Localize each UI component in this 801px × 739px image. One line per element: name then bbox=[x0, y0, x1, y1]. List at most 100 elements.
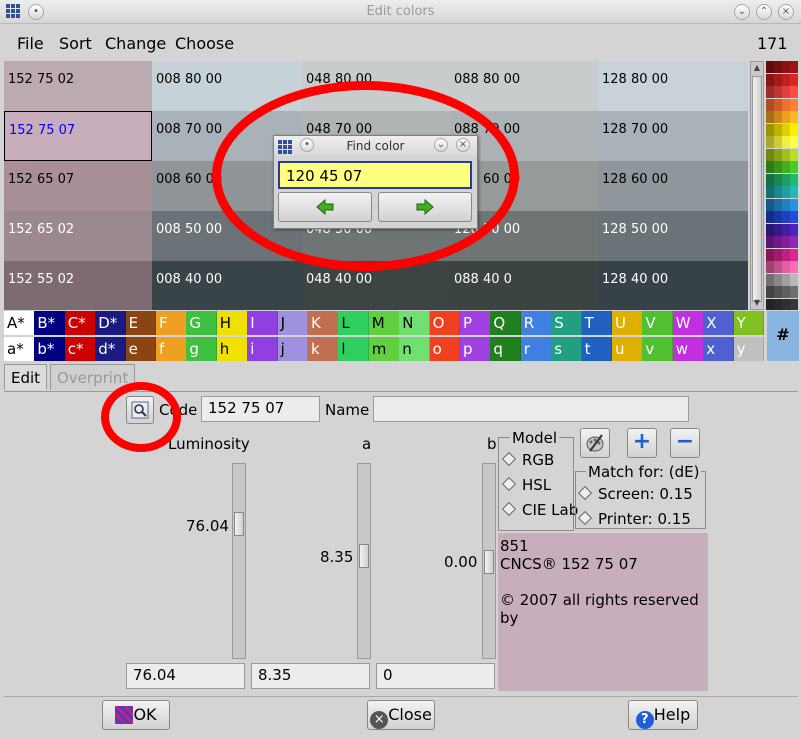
color-palette-strip[interactable] bbox=[766, 61, 798, 310]
letter-filter-o[interactable]: o bbox=[429, 337, 461, 361]
palette-swatch[interactable] bbox=[790, 148, 798, 161]
scroll-down-arrow-icon[interactable]: ▼ bbox=[751, 297, 763, 309]
letter-filter-v[interactable]: V bbox=[642, 311, 674, 335]
code-input[interactable]: 152 75 07 bbox=[201, 396, 320, 422]
palette-swatch[interactable] bbox=[782, 248, 790, 261]
letter-filter-k[interactable]: k bbox=[308, 337, 339, 361]
letter-filter-a-star[interactable]: a* bbox=[4, 337, 35, 361]
a-input[interactable]: 8.35 bbox=[251, 663, 370, 689]
letter-filter-y[interactable]: y bbox=[733, 337, 765, 361]
letter-filter-w[interactable]: W bbox=[672, 311, 704, 335]
table-cell[interactable]: 128 80 00 bbox=[598, 61, 748, 111]
palette-swatch[interactable] bbox=[766, 136, 774, 148]
palette-swatch[interactable] bbox=[782, 261, 790, 273]
palette-swatch[interactable] bbox=[774, 248, 782, 261]
palette-swatch[interactable] bbox=[766, 86, 774, 98]
letter-filter-x[interactable]: x bbox=[703, 337, 735, 361]
palette-swatch[interactable] bbox=[774, 173, 782, 186]
palette-swatch[interactable] bbox=[790, 223, 798, 236]
menu-sort[interactable]: Sort bbox=[59, 34, 92, 53]
palette-swatch[interactable] bbox=[766, 73, 774, 86]
letter-filter-e[interactable]: E bbox=[125, 311, 157, 335]
minimize-button[interactable]: ⌄ bbox=[734, 4, 750, 20]
letter-filter-n[interactable]: N bbox=[399, 311, 431, 335]
palette-swatch[interactable] bbox=[766, 161, 774, 173]
palette-swatch[interactable] bbox=[782, 73, 790, 86]
palette-swatch[interactable] bbox=[782, 198, 790, 211]
letter-filter-q[interactable]: Q bbox=[490, 311, 522, 335]
luminosity-slider-handle[interactable] bbox=[234, 512, 244, 536]
letter-filter-a-star[interactable]: A* bbox=[4, 311, 35, 335]
palette-swatch[interactable] bbox=[766, 123, 774, 136]
palette-swatch[interactable] bbox=[774, 123, 782, 136]
table-cell[interactable]: 088 40 0 bbox=[450, 261, 598, 310]
letter-filter-t[interactable]: t bbox=[581, 337, 613, 361]
letter-filter-f[interactable]: f bbox=[156, 337, 187, 361]
palette-swatch[interactable] bbox=[790, 286, 798, 298]
palette-swatch[interactable] bbox=[782, 61, 790, 73]
letter-filter-p[interactable]: P bbox=[460, 311, 491, 335]
table-cell[interactable]: 152 65 02 bbox=[4, 211, 152, 261]
palette-swatch[interactable] bbox=[766, 298, 774, 310]
palette-swatch[interactable] bbox=[790, 273, 798, 286]
palette-swatch[interactable] bbox=[774, 236, 782, 248]
palette-swatch[interactable] bbox=[774, 111, 782, 123]
model-radio-rgb[interactable]: RGB bbox=[501, 451, 554, 469]
letter-filter-w[interactable]: w bbox=[672, 337, 704, 361]
palette-swatch[interactable] bbox=[782, 223, 790, 236]
palette-swatch[interactable] bbox=[766, 211, 774, 223]
letter-filter-h[interactable]: H bbox=[216, 311, 248, 335]
table-cell[interactable]: 152 55 02 bbox=[4, 261, 152, 310]
palette-swatch[interactable] bbox=[790, 261, 798, 273]
palette-swatch[interactable] bbox=[774, 211, 782, 223]
palette-swatch[interactable] bbox=[790, 61, 798, 73]
letter-filter-d-star[interactable]: D* bbox=[95, 311, 127, 335]
palette-swatch[interactable] bbox=[774, 136, 782, 148]
scrollbar-thumb[interactable] bbox=[752, 76, 762, 302]
table-cell[interactable]: 088 80 00 bbox=[450, 61, 598, 111]
palette-swatch[interactable] bbox=[774, 286, 782, 298]
letter-filter-p[interactable]: p bbox=[460, 337, 491, 361]
palette-swatch[interactable] bbox=[774, 161, 782, 173]
letter-filter-b-star[interactable]: B* bbox=[34, 311, 66, 335]
palette-swatch[interactable] bbox=[782, 273, 790, 286]
palette-swatch[interactable] bbox=[782, 136, 790, 148]
menu-file[interactable]: File bbox=[17, 34, 44, 53]
table-cell[interactable]: 008 40 00 bbox=[152, 261, 302, 310]
letter-filter-u[interactable]: U bbox=[612, 311, 643, 335]
palette-swatch[interactable] bbox=[790, 173, 798, 186]
palette-swatch[interactable] bbox=[782, 186, 790, 198]
table-cell[interactable]: 128 40 00 bbox=[598, 261, 748, 310]
palette-swatch[interactable] bbox=[774, 223, 782, 236]
letter-filter-f[interactable]: F bbox=[156, 311, 187, 335]
letter-filter-q[interactable]: q bbox=[490, 337, 522, 361]
palette-swatch[interactable] bbox=[774, 186, 782, 198]
letter-filter-j[interactable]: j bbox=[277, 337, 309, 361]
palette-swatch[interactable] bbox=[766, 173, 774, 186]
letter-filter-h[interactable]: h bbox=[216, 337, 248, 361]
palette-swatch[interactable] bbox=[766, 111, 774, 123]
palette-swatch[interactable] bbox=[790, 73, 798, 86]
menu-choose[interactable]: Choose bbox=[175, 34, 234, 53]
palette-swatch[interactable] bbox=[774, 73, 782, 86]
letter-filter-t[interactable]: T bbox=[581, 311, 613, 335]
palette-swatch[interactable] bbox=[766, 186, 774, 198]
letter-filter-y[interactable]: Y bbox=[733, 311, 765, 335]
palette-swatch[interactable] bbox=[790, 111, 798, 123]
table-cell[interactable]: 152 75 07 bbox=[4, 111, 152, 161]
table-cell[interactable]: 128 70 00 bbox=[598, 111, 748, 161]
palette-swatch[interactable] bbox=[782, 298, 790, 310]
palette-swatch[interactable] bbox=[782, 148, 790, 161]
name-input[interactable] bbox=[373, 396, 689, 422]
scroll-up-arrow-icon[interactable]: ▲ bbox=[751, 62, 763, 74]
maximize-button[interactable]: ⌃ bbox=[756, 4, 772, 20]
palette-swatch[interactable] bbox=[766, 223, 774, 236]
palette-tool-button[interactable] bbox=[580, 428, 610, 458]
palette-swatch[interactable] bbox=[790, 161, 798, 173]
palette-swatch[interactable] bbox=[782, 286, 790, 298]
luminosity-slider[interactable] bbox=[232, 463, 246, 659]
palette-swatch[interactable] bbox=[774, 261, 782, 273]
palette-swatch[interactable] bbox=[790, 186, 798, 198]
palette-swatch[interactable] bbox=[782, 98, 790, 111]
table-cell[interactable]: 128 50 00 bbox=[598, 211, 748, 261]
